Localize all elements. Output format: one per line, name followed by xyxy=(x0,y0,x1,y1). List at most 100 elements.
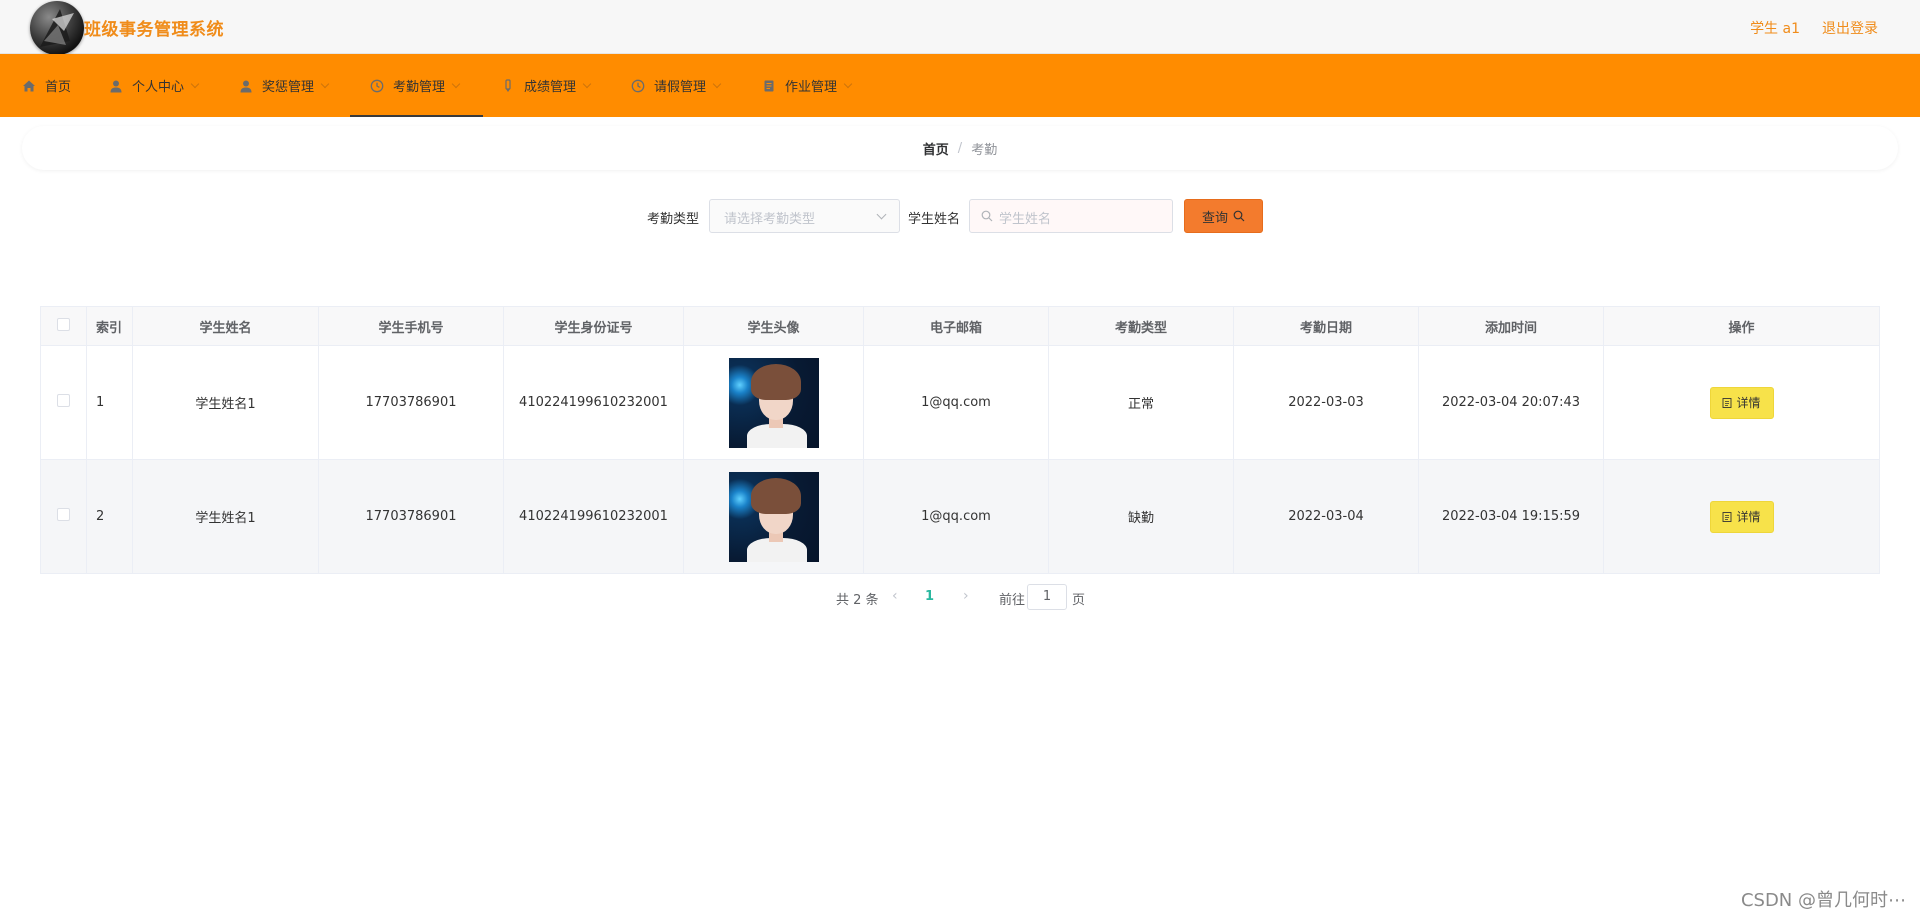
breadcrumb: 首页 / 考勤 xyxy=(22,126,1898,170)
column-header: 学生头像 xyxy=(683,306,864,346)
nav-item-label: 个人中心 xyxy=(132,80,185,95)
column-header: 考勤类型 xyxy=(1048,306,1234,346)
nav-item-home[interactable]: 首页 xyxy=(22,54,71,117)
chevron-down-icon xyxy=(190,79,200,89)
column-header: 添加时间 xyxy=(1418,306,1604,346)
pagination-total: 共 2 条 xyxy=(836,593,879,608)
user-icon xyxy=(109,79,123,93)
nav-item-grades[interactable]: 成绩管理 xyxy=(501,54,592,117)
row-checkbox-cell xyxy=(40,345,87,460)
student-name-input[interactable]: 学生姓名 xyxy=(969,199,1173,233)
watermark: CSDN @曾几何时⋯ xyxy=(1740,890,1906,911)
nav-item-homework[interactable]: 作业管理 xyxy=(762,54,853,117)
table-header-row: 索引 学生姓名 学生手机号 学生身份证号 学生头像 电子邮箱 考勤类型 考勤日期… xyxy=(40,306,1880,346)
chevron-down-icon xyxy=(712,79,722,89)
select-placeholder: 请选择考勤类型 xyxy=(724,212,816,227)
nav-item-label: 作业管理 xyxy=(785,80,838,95)
cell-student-name: 学生姓名1 xyxy=(132,459,319,574)
cell-avatar xyxy=(683,345,864,460)
cell-phone: 17703786901 xyxy=(318,345,504,460)
main-nav: 首页 个人中心 奖惩管理 考勤管理 成绩管理 请假管理 作业管理 xyxy=(0,54,1920,117)
chevron-down-icon xyxy=(320,79,330,89)
document-icon xyxy=(762,79,776,93)
detail-button[interactable]: 详情 xyxy=(1709,386,1774,419)
nav-item-rewards[interactable]: 奖惩管理 xyxy=(239,54,330,117)
nav-item-profile[interactable]: 个人中心 xyxy=(109,54,200,117)
page-number[interactable]: 1 xyxy=(925,589,934,604)
cell-phone: 17703786901 xyxy=(318,459,504,574)
nav-item-label: 首页 xyxy=(45,80,72,95)
query-button-label: 查询 xyxy=(1201,210,1228,226)
attendance-type-select[interactable]: 请选择考勤类型 xyxy=(709,199,900,233)
logout-link[interactable]: 退出登录 xyxy=(1822,18,1878,38)
row-checkbox-cell xyxy=(40,459,87,574)
pen-icon xyxy=(501,78,515,93)
detail-button[interactable]: 详情 xyxy=(1709,500,1774,533)
attendance-type-label: 考勤类型 xyxy=(647,212,700,227)
row-checkbox[interactable] xyxy=(57,508,70,521)
cell-attendance-date: 2022-03-04 xyxy=(1233,459,1419,574)
chevron-down-icon xyxy=(876,209,887,220)
column-header: 考勤日期 xyxy=(1233,306,1419,346)
detail-button-label: 详情 xyxy=(1736,510,1761,524)
app-title: 班级事务管理系统 xyxy=(84,20,224,40)
document-icon xyxy=(1723,511,1732,522)
current-user-link[interactable]: 学生 a1 xyxy=(1750,18,1800,38)
search-icon xyxy=(981,210,993,222)
cell-added-time: 2022-03-04 20:07:43 xyxy=(1418,345,1604,460)
clock-icon xyxy=(370,79,384,93)
nav-item-label: 成绩管理 xyxy=(524,80,577,95)
select-all-checkbox[interactable] xyxy=(57,317,70,331)
home-icon xyxy=(22,79,36,93)
goto-label: 前往 xyxy=(999,593,1026,608)
column-header: 学生手机号 xyxy=(318,306,504,346)
student-avatar xyxy=(728,471,819,562)
nav-item-label: 请假管理 xyxy=(654,80,707,95)
column-header: 电子邮箱 xyxy=(863,306,1049,346)
select-all-cell xyxy=(40,306,87,346)
column-header: 学生身份证号 xyxy=(503,306,684,346)
input-placeholder: 学生姓名 xyxy=(999,212,1052,227)
column-header: 操作 xyxy=(1603,306,1880,346)
nav-item-label: 奖惩管理 xyxy=(262,80,315,95)
column-header: 学生姓名 xyxy=(132,306,319,346)
chevron-right-icon[interactable]: › xyxy=(963,588,969,604)
search-icon xyxy=(1233,210,1245,222)
cell-email: 1@qq.com xyxy=(863,345,1049,460)
cell-actions: 详情 xyxy=(1603,459,1880,574)
query-button[interactable]: 查询 xyxy=(1184,199,1263,233)
chevron-left-icon[interactable]: ‹ xyxy=(892,588,898,604)
nav-item-leave[interactable]: 请假管理 xyxy=(631,54,722,117)
cell-index: 1 xyxy=(86,345,133,460)
student-avatar xyxy=(728,357,819,448)
student-name-label: 学生姓名 xyxy=(908,212,961,227)
cell-actions: 详情 xyxy=(1603,345,1880,460)
search-form: 考勤类型 请选择考勤类型 学生姓名 学生姓名 查询 xyxy=(0,199,1920,233)
cell-attendance-type: 缺勤 xyxy=(1048,459,1234,574)
row-checkbox[interactable] xyxy=(57,394,70,407)
breadcrumb-separator: / xyxy=(957,140,963,156)
breadcrumb-home[interactable]: 首页 xyxy=(923,139,949,158)
table-row: 2 学生姓名1 17703786901 410224199610232001 1… xyxy=(40,459,1880,574)
document-icon xyxy=(1723,397,1732,408)
detail-button-label: 详情 xyxy=(1736,396,1761,410)
cell-student-name: 学生姓名1 xyxy=(132,345,319,460)
clock-icon xyxy=(631,79,645,93)
user-icon xyxy=(239,79,253,93)
attendance-table: 索引 学生姓名 学生手机号 学生身份证号 学生头像 电子邮箱 考勤类型 考勤日期… xyxy=(40,306,1880,574)
cell-attendance-date: 2022-03-03 xyxy=(1233,345,1419,460)
nav-item-attendance[interactable]: 考勤管理 xyxy=(349,54,484,117)
column-header: 索引 xyxy=(86,306,133,346)
pagination: 共 2 条 ‹ 1 › 前往 1 页 xyxy=(0,584,1920,610)
cell-id-card: 410224199610232001 xyxy=(503,345,684,460)
cell-added-time: 2022-03-04 19:15:59 xyxy=(1418,459,1604,574)
chevron-down-icon xyxy=(843,79,853,89)
chevron-down-icon xyxy=(451,79,461,89)
goto-suffix: 页 xyxy=(1072,593,1086,608)
nav-item-label: 考勤管理 xyxy=(393,80,446,95)
cell-avatar xyxy=(683,459,864,574)
goto-page-input[interactable]: 1 xyxy=(1027,584,1067,610)
cell-id-card: 410224199610232001 xyxy=(503,459,684,574)
cell-index: 2 xyxy=(86,459,133,574)
top-header: 班级事务管理系统 学生 a1 退出登录 xyxy=(0,0,1920,55)
